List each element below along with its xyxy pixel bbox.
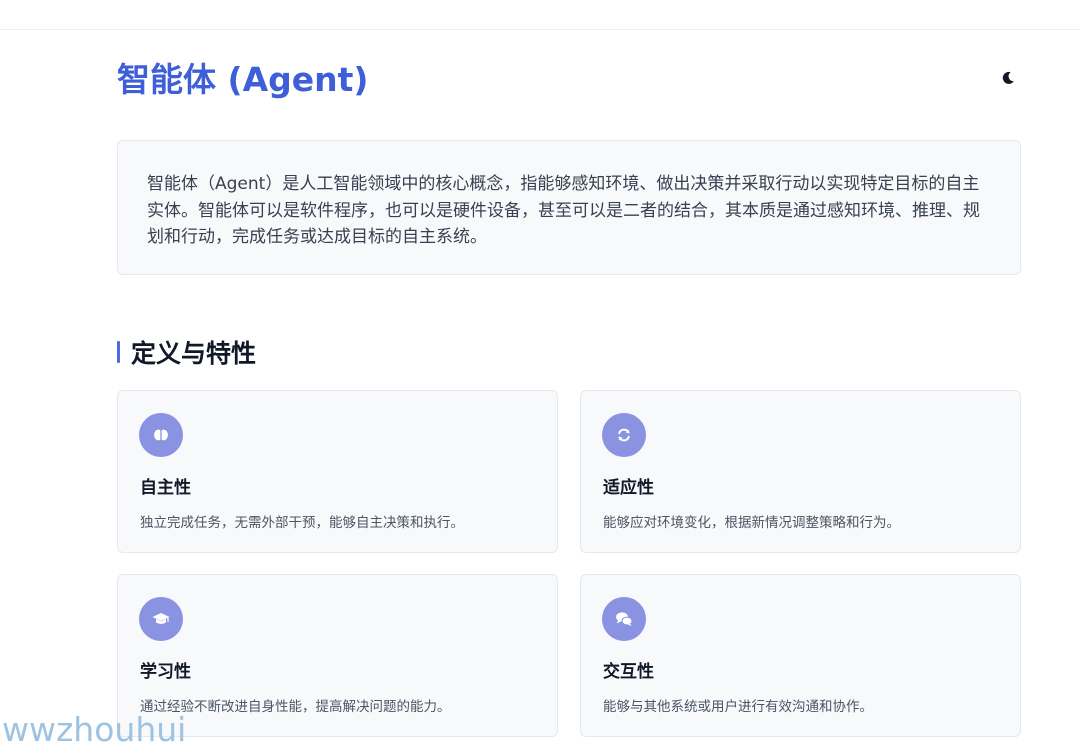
feature-card-desc: 通过经验不断改进自身性能，提高解决问题的能力。 <box>140 699 451 715</box>
feature-card-desc: 能够应对环境变化，根据新情况调整策略和行为。 <box>603 515 900 531</box>
feature-card-adaptability: 适应性 能够应对环境变化，根据新情况调整策略和行为。 <box>580 390 1021 553</box>
section-accent-bar <box>117 341 120 363</box>
feature-card-autonomy: 自主性 独立完成任务，无需外部干预，能够自主决策和执行。 <box>117 390 558 553</box>
intro-box: 智能体（Agent）是人工智能领域中的核心概念，指能够感知环境、做出决策并采取行… <box>117 140 1021 275</box>
top-bar <box>0 0 1080 30</box>
watermark: wwzhouhui <box>2 710 187 749</box>
intro-text: 智能体（Agent）是人工智能领域中的核心概念，指能够感知环境、做出决策并采取行… <box>147 174 980 247</box>
feature-card-title: 交互性 <box>603 662 654 682</box>
feature-card-title: 自主性 <box>140 478 191 498</box>
sync-icon <box>602 413 646 457</box>
moon-icon <box>1002 71 1014 84</box>
section-heading: 定义与特性 <box>117 334 256 370</box>
feature-card-desc: 能够与其他系统或用户进行有效沟通和协作。 <box>603 699 873 715</box>
theme-toggle-button[interactable] <box>996 66 1020 90</box>
feature-card-title: 学习性 <box>140 662 191 682</box>
page-title: 智能体 (Agent) <box>117 60 369 99</box>
chat-bubbles-icon <box>602 597 646 641</box>
feature-card-title: 适应性 <box>603 478 654 498</box>
graduation-cap-icon <box>139 597 183 641</box>
brain-icon <box>139 413 183 457</box>
feature-card-desc: 独立完成任务，无需外部干预，能够自主决策和执行。 <box>140 515 464 531</box>
section-title: 定义与特性 <box>131 339 257 368</box>
feature-card-interaction: 交互性 能够与其他系统或用户进行有效沟通和协作。 <box>580 574 1021 737</box>
